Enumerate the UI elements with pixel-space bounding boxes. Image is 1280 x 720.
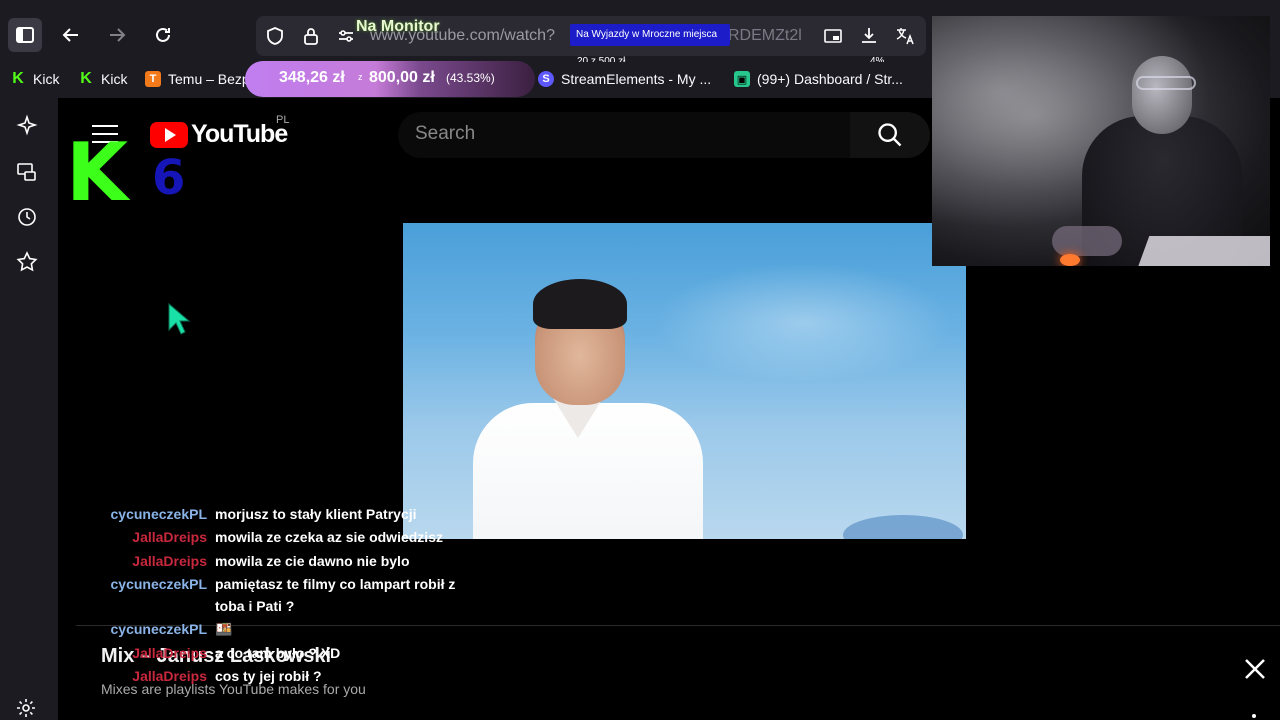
- star-icon: [16, 251, 38, 272]
- bookmark-label: Kick: [101, 71, 128, 87]
- chat-emote: 🍱: [215, 621, 233, 637]
- shield-icon[interactable]: [265, 26, 285, 46]
- devices-icon: [17, 163, 36, 181]
- chat-text: mowila ze cie dawno nie bylo: [215, 553, 410, 569]
- permissions-icon[interactable]: [336, 26, 356, 46]
- bookmark-kick-1[interactable]: K Kick: [10, 70, 60, 87]
- chat-text: morjusz to stały klient Patrycji: [215, 506, 417, 522]
- bookmark-label: StreamElements - My ...: [561, 71, 712, 87]
- bookmark-kick-2[interactable]: K Kick: [78, 70, 128, 87]
- chat-text: mowila ze czeka az sie odwiedzisz: [215, 529, 443, 545]
- bookmark-label: (99+) Dashboard / Str...: [757, 71, 903, 87]
- donation-current: 348,26 zł: [279, 69, 345, 86]
- mouse-cursor-icon: [168, 302, 191, 335]
- chat-username: cycuneczekPL: [110, 621, 208, 637]
- picture-in-picture-icon[interactable]: [823, 26, 843, 46]
- video-frame-hair: [533, 279, 627, 329]
- back-button[interactable]: [54, 18, 88, 52]
- sparkle-icon: [16, 114, 38, 136]
- chat-text: toba i Pati ?: [215, 598, 295, 614]
- close-icon[interactable]: [1242, 656, 1268, 682]
- donation-currency-small: z: [358, 72, 363, 82]
- sidebar-settings-button[interactable]: [14, 696, 38, 720]
- lock-icon[interactable]: [301, 26, 321, 46]
- bookmark-streamelements[interactable]: S StreamElements - My ...: [538, 71, 711, 87]
- stream-monitor-label: Na Monitor: [356, 18, 440, 35]
- channel-logo-number: 6: [152, 150, 186, 206]
- clock-icon: [18, 208, 36, 226]
- sidebar-icon: [16, 27, 34, 43]
- sidebar-toggle-button[interactable]: [8, 18, 42, 52]
- chat-username: cycuneczekPL: [110, 576, 208, 592]
- streamelements-icon: S: [538, 71, 554, 87]
- bookmark-dashboard[interactable]: ▣ (99+) Dashboard / Str...: [734, 71, 903, 87]
- stream-goal-title: Na Wyjazdy w Mroczne miejsca: [576, 29, 718, 40]
- reload-icon: [156, 27, 170, 42]
- chat-username: JallaDreips: [132, 645, 207, 661]
- channel-logo-letter: K: [66, 126, 128, 219]
- search-button[interactable]: [850, 112, 930, 158]
- chat-text: cos ty jej robił ?: [215, 668, 322, 684]
- webcam-hand: [1052, 226, 1122, 256]
- chat-username: JallaDreips: [132, 529, 207, 545]
- donation-goal: 800,00 zł: [369, 69, 435, 86]
- video-frame-blob: [843, 515, 963, 539]
- chat-text: a co tam było ? XD: [215, 645, 341, 661]
- webcam-light: [1060, 254, 1080, 266]
- donation-percent: (43.53%): [446, 71, 495, 85]
- webcam-glasses: [1136, 76, 1196, 90]
- url-text-tail[interactable]: RDEMZt2l: [728, 27, 802, 45]
- synced-tabs-button[interactable]: [15, 160, 39, 184]
- chat-username: cycuneczekPL: [110, 506, 208, 522]
- search-icon: [878, 123, 902, 147]
- reload-button[interactable]: [146, 18, 180, 52]
- arrow-left-icon: [62, 28, 78, 42]
- video-frame-shirt: [473, 403, 703, 539]
- arrow-right-icon: [110, 28, 126, 42]
- kick-icon: K: [12, 70, 24, 87]
- video-player[interactable]: [403, 223, 966, 539]
- country-code: PL: [276, 114, 290, 126]
- history-button[interactable]: [15, 205, 39, 229]
- webcam-desk: [1134, 236, 1270, 266]
- chat-text: pamiętasz te filmy co lampart robił z: [215, 576, 456, 592]
- browser-sidebar: [0, 98, 58, 720]
- video-frame-cloud: [653, 263, 953, 383]
- translate-icon[interactable]: [895, 26, 915, 46]
- twitch-icon: ▣: [734, 71, 750, 87]
- search-placeholder: Search: [415, 123, 476, 144]
- bookmarks-button[interactable]: [15, 250, 39, 274]
- more-dot: [1252, 714, 1256, 718]
- webcam-overlay: [932, 16, 1270, 266]
- gear-icon: [17, 699, 35, 717]
- chat-username: JallaDreips: [132, 668, 207, 684]
- kick-icon: K: [80, 70, 92, 87]
- bookmark-temu[interactable]: T Temu – Bezp: [145, 71, 250, 87]
- chat-username: JallaDreips: [132, 553, 207, 569]
- temu-icon: T: [145, 71, 161, 87]
- bookmark-label: Kick: [33, 71, 60, 87]
- youtube-logo-text: YouTube: [191, 120, 288, 148]
- ai-chatbot-button[interactable]: [15, 114, 39, 138]
- channel-logo-k6: K 6: [66, 126, 196, 219]
- forward-button[interactable]: [100, 18, 134, 52]
- bookmark-label: Temu – Bezp: [168, 71, 250, 87]
- webcam-person-head: [1132, 56, 1192, 134]
- download-icon[interactable]: [859, 26, 879, 46]
